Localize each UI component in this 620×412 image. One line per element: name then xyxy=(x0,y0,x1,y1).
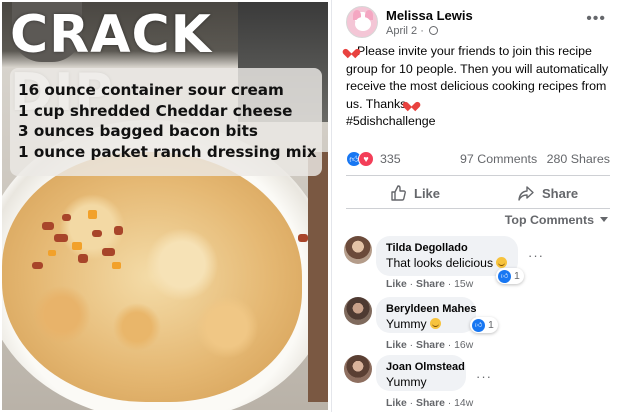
bacon-bit xyxy=(102,248,115,256)
comment-sort-label: Top Comments xyxy=(504,213,594,227)
comment-more-icon[interactable]: ··· xyxy=(528,248,544,263)
cheddar-shred xyxy=(88,210,97,219)
comment-text: Yummy xyxy=(386,375,427,389)
share-arrow-icon xyxy=(518,186,534,201)
post-panel: Melissa Lewis April 2 · ••• Please invit… xyxy=(334,0,618,412)
comment-sort-dropdown[interactable]: Top Comments xyxy=(505,213,608,227)
heart-icon xyxy=(406,98,417,109)
cheddar-shred xyxy=(48,250,56,256)
comment-time[interactable]: 14w xyxy=(454,398,473,409)
bacon-bit xyxy=(32,262,43,269)
more-options-icon[interactable]: ••• xyxy=(586,10,606,28)
share-button[interactable]: Share xyxy=(518,182,578,204)
dip xyxy=(2,152,302,402)
ingredient-line: 1 ounce packet ranch dressing mix xyxy=(18,142,317,161)
cheddar-shred xyxy=(112,262,121,269)
comment-text: Yummy xyxy=(386,317,427,331)
commenter-name[interactable]: Beryldeen Mahes xyxy=(386,302,476,316)
comments-count[interactable]: 97 Comments xyxy=(460,152,537,166)
comment-reaction-badge[interactable]: 👍︎ 1 xyxy=(496,268,524,284)
post-date[interactable]: April 2 · xyxy=(386,25,438,37)
comment-like-link[interactable]: Like xyxy=(386,279,407,290)
ingredient-line: 1 cup shredded Cheddar cheese xyxy=(18,101,293,120)
bacon-bit xyxy=(54,234,68,242)
like-reaction-icon: 👍︎ xyxy=(472,318,485,332)
love-reaction-icon: ♥ xyxy=(358,151,374,167)
divider xyxy=(346,175,610,176)
ingredient-line: 3 ounces bagged bacon bits xyxy=(18,122,258,140)
globe-icon xyxy=(428,26,438,35)
commenter-name[interactable]: Joan Olmstead xyxy=(386,360,465,374)
comment-reaction-count: 1 xyxy=(514,270,520,282)
comment-bubble: Tilda Degollado That looks delicious xyxy=(376,236,518,276)
shares-count[interactable]: 280 Shares xyxy=(547,152,610,166)
like-button[interactable]: Like xyxy=(390,182,440,204)
bacon-bit xyxy=(62,214,71,221)
divider xyxy=(346,208,610,209)
comment-share-link[interactable]: Share xyxy=(416,340,445,351)
caret-down-icon xyxy=(600,217,608,222)
post-date-text: April 2 · xyxy=(386,25,427,37)
comment-text: That looks delicious xyxy=(386,256,494,270)
author-avatar[interactable] xyxy=(346,6,378,38)
hashtag-link[interactable]: #5dishchallenge xyxy=(346,114,436,128)
engagement-counts: 97 Comments 280 Shares xyxy=(460,152,610,166)
comment-text-row: Yummy xyxy=(386,316,466,332)
comment-bubble: Beryldeen Mahes Yummy xyxy=(376,297,476,333)
comment-time[interactable]: 16w xyxy=(454,340,473,351)
comment-text-row: That looks delicious xyxy=(386,255,508,271)
comment-like-link[interactable]: Like xyxy=(386,398,407,409)
reaction-summary[interactable]: 👍︎ ♥ 335 xyxy=(346,150,401,168)
like-label: Like xyxy=(414,185,441,201)
smile-emoji-icon xyxy=(430,318,442,329)
comment-meta: Like · Share · 15w xyxy=(386,279,474,290)
comment-reaction-count: 1 xyxy=(488,319,494,331)
bacon-bit xyxy=(298,234,308,242)
side-dish xyxy=(308,152,328,402)
comment-more-icon[interactable]: ··· xyxy=(476,369,492,384)
comment-share-link[interactable]: Share xyxy=(416,279,445,290)
comment-time[interactable]: 15w xyxy=(454,279,473,290)
post-body: Please invite your friends to join this … xyxy=(346,43,612,131)
commenter-name[interactable]: Tilda Degollado xyxy=(386,241,508,255)
comment-share-link[interactable]: Share xyxy=(416,398,445,409)
comment-reaction-badge[interactable]: 👍︎ 1 xyxy=(470,317,498,333)
smile-emoji-icon xyxy=(496,257,508,268)
recipe-photo[interactable]: CRACK DIP 16 ounce container sour cream … xyxy=(2,2,328,410)
pane-divider xyxy=(331,0,332,412)
comment-bubble: Joan Olmstead Yummy xyxy=(376,355,466,391)
commenter-avatar[interactable] xyxy=(344,297,372,325)
bacon-bit xyxy=(42,222,54,230)
bacon-bit xyxy=(78,254,88,263)
avatar-face xyxy=(355,17,371,31)
post-text: Please invite your friends to join this … xyxy=(346,44,609,111)
commenter-avatar[interactable] xyxy=(344,355,372,383)
ingredients-box: 16 ounce container sour cream 1 cup shre… xyxy=(10,68,322,176)
ingredient-line: 16 ounce container sour cream xyxy=(18,81,284,99)
cheddar-shred xyxy=(72,242,82,250)
bacon-bit xyxy=(114,226,123,235)
bacon-bit xyxy=(92,230,102,237)
comment-meta: Like · Share · 14w xyxy=(386,398,474,409)
reaction-count: 335 xyxy=(380,152,401,166)
comment-like-link[interactable]: Like xyxy=(386,340,407,351)
like-reaction-icon: 👍︎ xyxy=(498,269,511,283)
heart-icon xyxy=(346,45,357,56)
thumbs-up-icon xyxy=(391,185,406,201)
comment-meta: Like · Share · 16w xyxy=(386,340,474,351)
share-label: Share xyxy=(542,185,579,201)
commenter-avatar[interactable] xyxy=(344,236,372,264)
author-name[interactable]: Melissa Lewis xyxy=(386,8,473,23)
